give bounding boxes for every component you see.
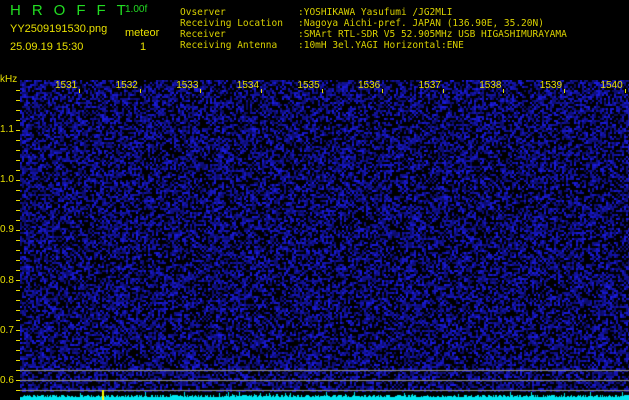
y-tick [16,170,20,171]
info-receiver: Receiver :SMArt RTL-SDR V5 52.905MHz USB … [180,29,567,40]
info-value: :Nagoya Aichi-pref. JAPAN (136.90E, 35.2… [298,18,544,29]
y-tick [16,310,20,311]
y-tick-label: 0.9 [0,224,14,236]
x-tick-label: 1534 [236,80,263,93]
meteor-label: meteor [125,27,160,39]
info-key: Receiving Antenna [180,40,278,51]
y-tick-label: 0.7 [0,324,14,336]
y-tick [16,130,20,131]
x-tick-label: 1535 [297,80,323,93]
filename: YY2509191530.png [10,23,108,35]
y-tick-label: 0.8 [0,274,14,286]
meteor-count: 1 [140,41,147,53]
y-tick-label: 1.1 [0,124,14,135]
y-tick [16,340,20,341]
x-tick-label: 1532 [115,80,142,93]
info-key: Receiver [180,29,226,40]
x-tick-label: 1537 [418,80,445,93]
axis-unit: kHz [0,74,18,85]
y-tick [16,380,20,381]
y-tick [16,260,20,261]
x-tick-label: 1531 [55,80,81,93]
y-tick [16,330,20,331]
y-tick [16,250,20,251]
info-value: :YOSHIKAWA Yasufumi /JG2MLI [298,7,453,18]
x-tick-label: 1536 [358,80,384,93]
y-tick [16,320,20,321]
y-tick [16,140,20,141]
y-tick [16,280,20,281]
info-antenna: Receiving Antenna :10mH 3el.YAGI Horizont… [180,40,464,51]
info-value: :10mH 3el.YAGI Horizontal:ENE [298,40,464,51]
info-observer: Ovserver :YOSHIKAWA Yasufumi /JG2MLI [180,7,452,18]
y-tick [16,120,20,121]
x-tick-label: 1539 [539,80,566,93]
y-tick [16,230,20,231]
y-tick [16,360,20,361]
y-tick [16,190,20,191]
y-tick [16,100,20,101]
x-tick-label: 1540 [600,80,626,93]
spectrogram [20,80,629,400]
y-tick [16,220,20,221]
app-title: HROFFT [10,2,137,19]
x-tick-label: 1538 [479,80,505,93]
y-tick [16,270,20,271]
info-key: Receiving Location [180,18,283,29]
info-value: :SMArt RTL-SDR V5 52.905MHz USB HIGASHIM… [298,29,567,40]
y-tick [16,350,20,351]
datetime: 25.09.19 15:30 [10,41,84,53]
y-tick [16,90,20,91]
version: 1.00f [125,4,148,15]
y-tick [16,370,20,371]
y-tick [16,150,20,151]
y-tick [16,210,20,211]
y-tick [16,110,20,111]
x-tick-label: 1533 [176,80,202,93]
y-tick [16,390,20,391]
y-tick-label: 0.6 [0,375,14,386]
y-tick [16,290,20,291]
y-tick [16,300,20,301]
y-tick [16,200,20,201]
y-tick [16,240,20,241]
info-key: Ovserver [180,7,226,18]
y-tick [16,180,20,181]
y-tick [16,160,20,161]
y-tick-label: 1.0 [0,174,14,186]
info-location: Receiving Location :Nagoya Aichi-pref. JA… [180,18,544,29]
